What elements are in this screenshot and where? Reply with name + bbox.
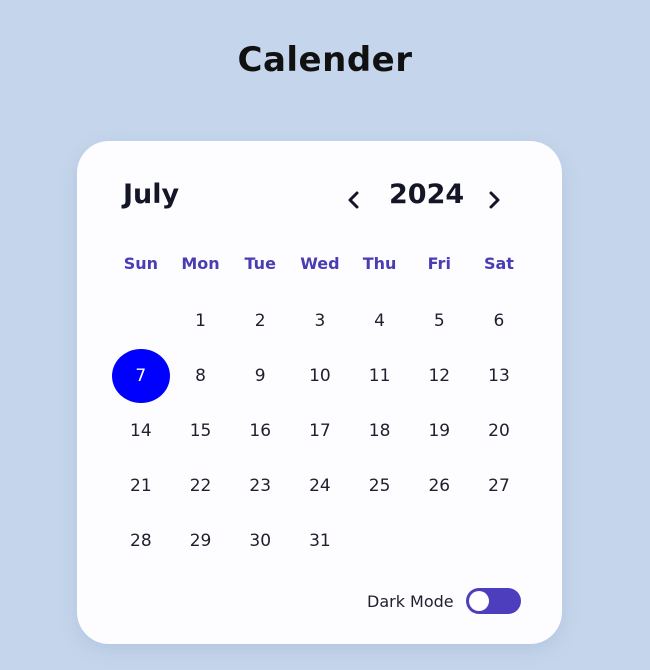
- weekday-header: Sun Mon Tue Wed Thu Fri Sat: [111, 254, 531, 273]
- day-number: 15: [189, 420, 212, 441]
- day-number: 26: [428, 475, 451, 496]
- day-cell[interactable]: 10: [290, 348, 350, 403]
- day-cell[interactable]: 11: [350, 348, 410, 403]
- day-cell[interactable]: 9: [230, 348, 290, 403]
- day-number: 28: [130, 530, 152, 551]
- day-number: 16: [249, 420, 272, 441]
- calendar-card: July 2024 Sun Mon Tue Wed Thu Fri Sat 12…: [77, 141, 562, 644]
- day-cell[interactable]: 26: [409, 458, 469, 513]
- page: Calender July 2024 Sun Mon Tue Wed Thu F…: [0, 0, 650, 670]
- day-cell[interactable]: 19: [409, 403, 469, 458]
- day-cell[interactable]: 23: [230, 458, 290, 513]
- day-number: 3: [314, 310, 326, 331]
- day-number: 19: [428, 420, 451, 441]
- day-number: 29: [189, 530, 212, 551]
- weekday-fri: Fri: [427, 254, 451, 273]
- day-number: 27: [488, 475, 510, 496]
- day-number: 18: [368, 420, 391, 441]
- day-number: 1: [195, 310, 206, 331]
- dark-mode-toggle[interactable]: [465, 588, 521, 614]
- day-number: 21: [130, 475, 152, 496]
- weekday-thu: Thu: [362, 254, 397, 273]
- day-number: 4: [374, 310, 385, 331]
- day-cell[interactable]: 2: [230, 293, 290, 348]
- day-number: 2: [254, 310, 266, 331]
- chevron-left-icon: [348, 191, 359, 209]
- weekday-sun: Sun: [123, 254, 158, 273]
- day-number: 30: [249, 530, 272, 551]
- day-number: 14: [130, 420, 152, 441]
- day-number: 6: [493, 310, 505, 331]
- day-cell[interactable]: 30: [230, 513, 290, 568]
- day-cell[interactable]: 13: [469, 348, 529, 403]
- day-cell[interactable]: 29: [171, 513, 231, 568]
- day-cell[interactable]: 5: [409, 293, 469, 348]
- day-cell[interactable]: 6: [469, 293, 529, 348]
- day-cell[interactable]: 17: [290, 403, 350, 458]
- day-number: 24: [309, 475, 331, 496]
- day-cell[interactable]: 15: [171, 403, 231, 458]
- day-cell[interactable]: 27: [469, 458, 529, 513]
- day-cell[interactable]: 14: [111, 403, 171, 458]
- day-number: 9: [254, 365, 266, 386]
- day-number: 7: [111, 348, 170, 403]
- day-cell[interactable]: 20: [469, 403, 529, 458]
- prev-year-button[interactable]: [340, 179, 368, 215]
- day-number: 11: [368, 365, 391, 386]
- day-cell[interactable]: 1: [171, 293, 231, 348]
- day-cell[interactable]: 18: [350, 403, 410, 458]
- chevron-right-icon: [489, 191, 500, 209]
- weekday-mon: Mon: [181, 254, 220, 273]
- day-cell[interactable]: 21: [111, 458, 171, 513]
- day-cell[interactable]: 4: [350, 293, 410, 348]
- day-cell[interactable]: 31: [290, 513, 350, 568]
- weekday-tue: Tue: [244, 254, 276, 273]
- selected-day[interactable]: 7: [111, 348, 171, 403]
- day-cell[interactable]: 24: [290, 458, 350, 513]
- day-number: 22: [189, 475, 212, 496]
- day-cell[interactable]: 8: [171, 348, 231, 403]
- dark-mode-control: Dark Mode: [367, 588, 521, 614]
- day-number: 23: [249, 475, 272, 496]
- next-year-button[interactable]: [480, 179, 508, 215]
- day-cell[interactable]: 22: [171, 458, 231, 513]
- weekday-wed: Wed: [300, 254, 340, 273]
- weekday-sat: Sat: [483, 254, 514, 273]
- day-number: 13: [488, 365, 510, 386]
- day-cell[interactable]: 28: [111, 513, 171, 568]
- year-label: 2024: [389, 179, 465, 210]
- day-number: 31: [309, 530, 331, 551]
- month-label: July: [123, 179, 180, 210]
- page-title: Calender: [237, 40, 413, 80]
- days-grid: 1 2 3 4 5 6 7 8 9 10 11 12 13 14 15 16 17 18 19 20 21 22 23 24 2…: [111, 293, 531, 568]
- day-number: 25: [368, 475, 391, 496]
- toggle-knob: [468, 591, 489, 611]
- day-number: 12: [428, 365, 451, 386]
- day-number: 17: [309, 420, 331, 441]
- day-number: 8: [195, 365, 206, 386]
- dark-mode-label: Dark Mode: [367, 591, 454, 611]
- day-number: 20: [488, 420, 510, 441]
- day-cell[interactable]: 3: [290, 293, 350, 348]
- day-cell[interactable]: 12: [409, 348, 469, 403]
- empty-day-cell: [111, 293, 171, 348]
- day-number: 5: [433, 310, 445, 331]
- day-number: 10: [309, 365, 331, 386]
- day-cell[interactable]: 16: [230, 403, 290, 458]
- day-cell[interactable]: 25: [350, 458, 410, 513]
